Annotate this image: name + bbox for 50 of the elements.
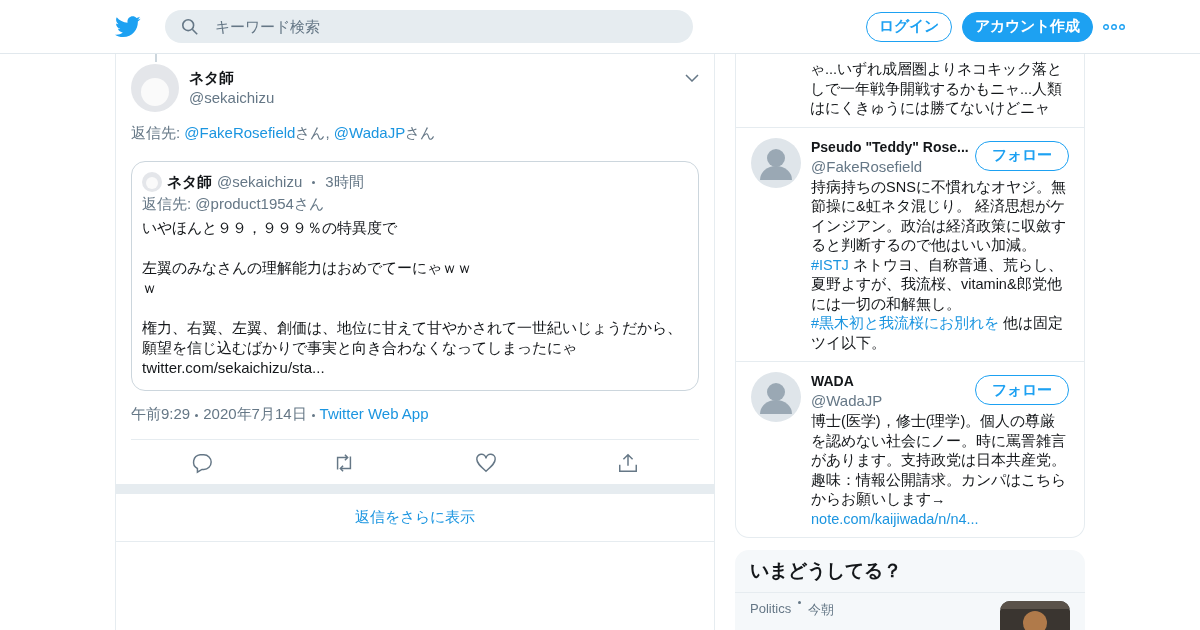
tweet-text: ｗ [142,278,158,298]
user-name[interactable]: WADA [811,372,883,391]
bird-logo-icon[interactable] [115,15,141,38]
bio-link[interactable]: note.com/kaijiwada/n/n4... [811,510,979,527]
tweet-text: 左翼のみなさんの理解能力はおめでてーにゃｗｗ [142,258,473,278]
reply-icon[interactable] [191,452,213,474]
chevron-down-icon[interactable] [685,74,699,82]
source-link[interactable]: Twitter Web App [319,405,429,422]
more-icon[interactable] [1103,23,1125,30]
show-more-replies-link[interactable]: 返信をさらに表示 [116,494,714,542]
avatar[interactable] [751,372,801,422]
user-name[interactable]: ネタ師 [189,68,275,88]
bio-link[interactable]: #黒木初と我流桜にお別れを [811,315,1000,331]
quoted-tweet-card[interactable]: ネタ師 @sekaichizu 3時間 返信先: @product1954さん いやほんと９９，９９９％の特異度で 左翼のみなさんの理解能力はおめでてーにゃｗｗ ｗ 権力、右翼、左翼、創価は、地位に甘えて甘やかされて一世紀いじょうだから、願望を信じ込むばかりで事実と向き合わなくなってしまったにゃ twitter.com/sekaichizu/sta... [131,161,699,391]
tweet-text: いやほんと９９，９９９％の特異度で [142,218,398,238]
user-bio: ゃ...いずれ成層圏よりネコキック落としで一年戦争開戦するかもニャ...人類はにくきゅうには勝てないけどニャ [810,60,1064,118]
reply-to-text: 返信先: @product1954さん [142,194,325,214]
user-name[interactable]: Pseudo "Teddy" Rose... [811,137,969,157]
header-button[interactable]: アカウント作成 [962,11,1093,42]
user-bio: 博士(医学)，修士(理学)。個人の尊厳を認めない社会にノー。時に罵詈雑言があります。支持政党は日本共産党。趣味：情報公開請求。カンパはこちらからお願いします→ note.com/kaijiwada/n/n4... [811,412,1067,529]
search-icon [181,18,199,36]
avatar [142,172,162,192]
trends-title: いまどうしてる？ [735,550,1085,593]
tweet-time: 3時間 [325,172,364,192]
tweet-date: 2020年7月14日 [203,405,307,422]
user-bio: 持病持ちのSNSに不慣れなオヤジ。無節操に&虹ネタ混じり。 経済思想がケインジアン。政治は経済政策に収斂すると判断するので他はいい加減。 #ISTJ ネトウヨ、自称普通、荒らし、夏野よすが、我流桜、vitamin&郎党他には一切の和解無し。 #黒木初と我流桜にお別れを 他は固定ツイ以下。 [811,177,1067,353]
user-handle[interactable]: @sekaichizu [189,88,275,108]
trend-category[interactable]: Politics [750,601,792,616]
mention-link[interactable]: @WadaJP [333,124,406,141]
follow-button[interactable]: フォロー [975,375,1069,405]
user-name: ネタ師 [167,172,212,192]
bio-link[interactable]: #ISTJ [811,256,849,273]
heart-icon[interactable] [475,452,497,474]
user-handle[interactable]: @WadaJP [811,391,883,410]
user-handle[interactable]: @FakeRosefield [811,156,969,176]
separator-dot [798,601,802,604]
reply-to-text: 返信先: @FakeRosefieldさん, @WadaJPさん [131,124,437,143]
share-icon[interactable] [617,452,639,474]
tweet-time: 午前9:29 [131,405,191,422]
separator-dot [312,180,316,184]
header-button[interactable]: ログイン [866,11,952,42]
separator-dot [195,413,199,417]
avatar[interactable] [751,137,801,188]
search-field[interactable]: キーワード検索 [165,10,693,43]
user-handle: @sekaichizu [217,172,303,192]
trend-time[interactable]: 今朝 [808,601,835,619]
follow-button[interactable]: フォロー [975,140,1069,171]
tweet-link: twitter.com/sekaichizu/sta... [142,358,326,378]
mention-link[interactable]: @FakeRosefield [184,124,296,141]
separator-dot [311,413,315,417]
